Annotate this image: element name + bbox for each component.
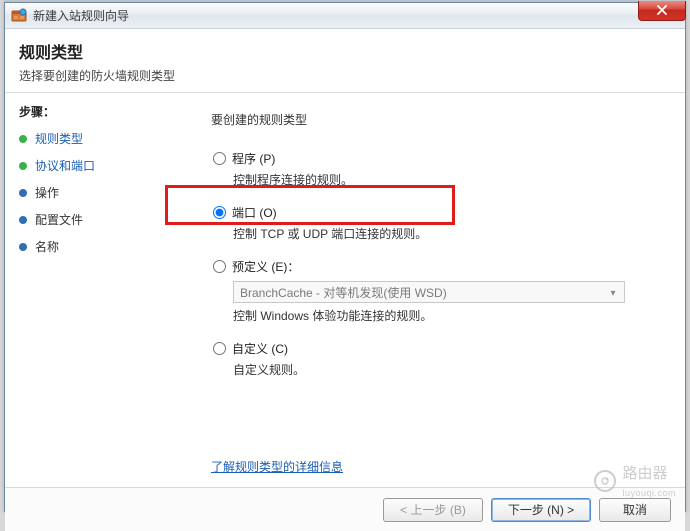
option-port: 端口 (O) 控制 TCP 或 UDP 端口连接的规则。: [211, 204, 663, 242]
main-panel: 要创建的规则类型 程序 (P) 控制程序连接的规则。 端口 (O) 控制 TCP…: [181, 93, 685, 487]
option-label: 预定义 (E)：: [232, 258, 299, 275]
steps-sidebar: 步骤： 规则类型 协议和端口 操作 配置文件 名称: [5, 93, 181, 487]
step-profile: 配置文件: [19, 211, 173, 228]
step-name: 名称: [19, 238, 173, 255]
option-desc: 控制 TCP 或 UDP 端口连接的规则。: [233, 225, 663, 242]
bullet-icon: [19, 162, 27, 170]
window-title: 新建入站规则向导: [33, 7, 129, 24]
cancel-button[interactable]: 取消: [599, 498, 671, 522]
combobox-value: BranchCache - 对等机发现(使用 WSD): [240, 284, 447, 301]
option-desc: 控制程序连接的规则。: [233, 171, 663, 188]
page-title: 规则类型: [19, 39, 671, 63]
chevron-down-icon: ▾: [606, 286, 620, 300]
option-program: 程序 (P) 控制程序连接的规则。: [211, 150, 663, 188]
close-button[interactable]: [638, 1, 686, 21]
radio-program[interactable]: [213, 152, 226, 165]
option-label: 程序 (P): [232, 150, 275, 167]
radio-port[interactable]: [213, 206, 226, 219]
learn-more-text[interactable]: 了解规则类型的详细信息: [211, 460, 343, 474]
predefined-combobox[interactable]: BranchCache - 对等机发现(使用 WSD) ▾: [233, 281, 625, 303]
main-heading: 要创建的规则类型: [211, 111, 663, 128]
bullet-icon: [19, 216, 27, 224]
back-button[interactable]: < 上一步 (B): [383, 498, 483, 522]
bullet-icon: [19, 243, 27, 251]
bullet-icon: [19, 135, 27, 143]
option-custom: 自定义 (C) 自定义规则。: [211, 340, 663, 378]
step-label: 名称: [35, 238, 59, 255]
option-desc: 控制 Windows 体验功能连接的规则。: [233, 307, 663, 324]
next-button[interactable]: 下一步 (N) >: [491, 498, 591, 522]
step-label[interactable]: 规则类型: [35, 130, 83, 147]
close-icon: [656, 4, 668, 18]
step-rule-type[interactable]: 规则类型: [19, 130, 173, 147]
footer: < 上一步 (B) 下一步 (N) > 取消: [5, 487, 685, 531]
option-label: 自定义 (C): [232, 340, 288, 357]
bullet-icon: [19, 189, 27, 197]
learn-more-link[interactable]: 了解规则类型的详细信息: [211, 458, 343, 475]
wizard-header: 规则类型 选择要创建的防火墙规则类型: [5, 29, 685, 93]
step-label[interactable]: 协议和端口: [35, 157, 95, 174]
option-desc: 自定义规则。: [233, 361, 663, 378]
step-action: 操作: [19, 184, 173, 201]
app-icon: [11, 8, 27, 24]
titlebar: 新建入站规则向导: [5, 3, 685, 29]
steps-heading: 步骤：: [19, 103, 173, 120]
step-label: 操作: [35, 184, 59, 201]
wizard-window: 新建入站规则向导 规则类型 选择要创建的防火墙规则类型 步骤： 规则类型 协议和…: [4, 2, 686, 512]
option-predefined: 预定义 (E)： BranchCache - 对等机发现(使用 WSD) ▾ 控…: [211, 258, 663, 324]
option-label: 端口 (O): [232, 204, 277, 221]
radio-custom[interactable]: [213, 342, 226, 355]
step-label: 配置文件: [35, 211, 83, 228]
radio-predefined[interactable]: [213, 260, 226, 273]
step-protocol-port[interactable]: 协议和端口: [19, 157, 173, 174]
page-subtitle: 选择要创建的防火墙规则类型: [19, 67, 671, 84]
